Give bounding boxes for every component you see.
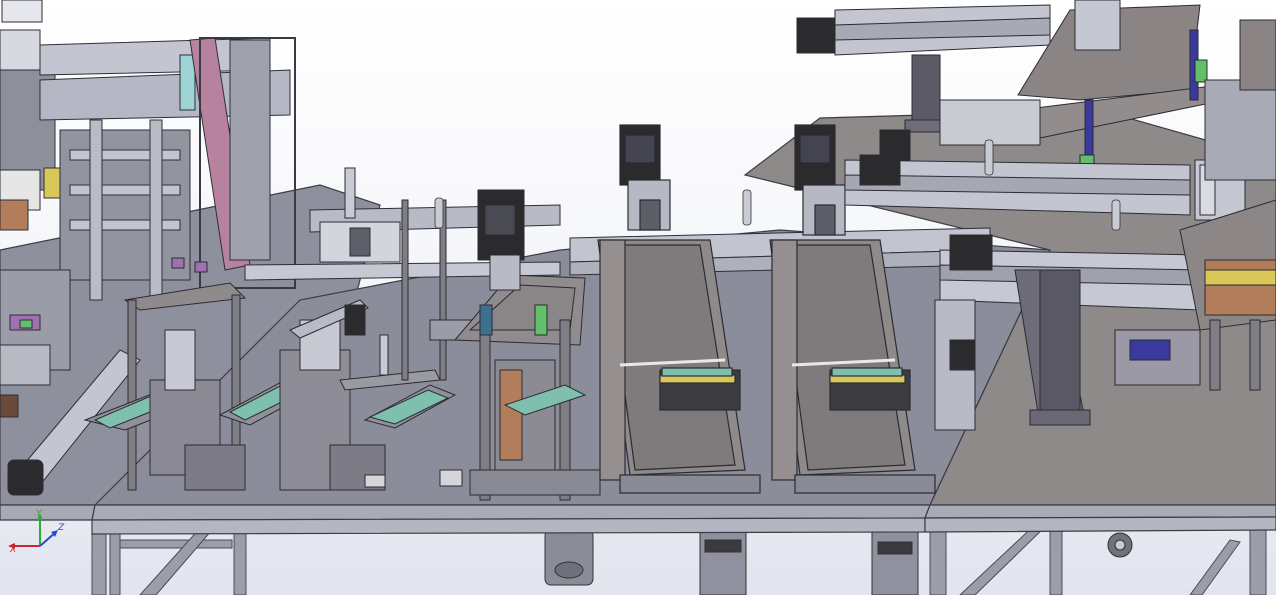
machine-assembly-model bbox=[0, 0, 1276, 596]
under-table-motors bbox=[544, 527, 1133, 596]
triad-z-label: Z bbox=[58, 523, 65, 533]
coordinate-triad: X Y Z bbox=[6, 508, 66, 558]
cad-viewport[interactable]: X Y Z bbox=[0, 0, 1276, 596]
triad-x-label: X bbox=[10, 545, 17, 555]
triad-y-label: Y bbox=[36, 509, 42, 519]
